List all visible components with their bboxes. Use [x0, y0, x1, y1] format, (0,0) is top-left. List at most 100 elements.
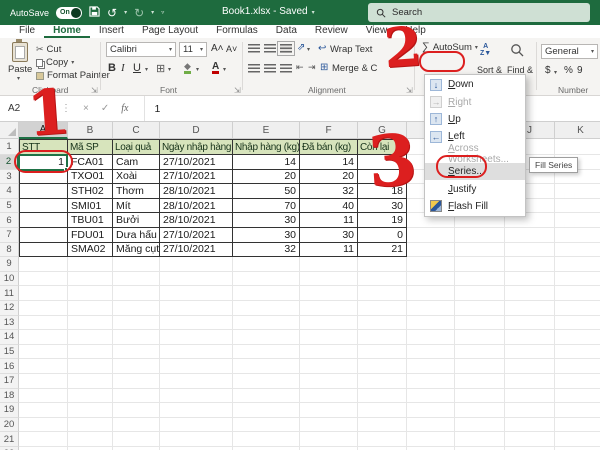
- cell-E5[interactable]: 70: [233, 199, 300, 214]
- cell-G6[interactable]: 19: [358, 213, 407, 228]
- autosave-toggle[interactable]: On: [56, 7, 82, 19]
- shrink-font-button[interactable]: A˅: [226, 44, 237, 54]
- tab-page-layout[interactable]: Page Layout: [133, 25, 207, 38]
- cell-I15[interactable]: [455, 345, 505, 360]
- cell-I20[interactable]: [455, 418, 505, 433]
- cell-D12[interactable]: [160, 301, 233, 316]
- cell-C1[interactable]: Loại quả: [113, 139, 160, 155]
- cell-B4[interactable]: STH02: [68, 184, 113, 199]
- align-center-button[interactable]: [264, 64, 276, 73]
- cell-D11[interactable]: [160, 286, 233, 301]
- row-header-14[interactable]: 14: [0, 330, 19, 345]
- cell-D17[interactable]: [160, 374, 233, 389]
- row-header-6[interactable]: 6: [0, 213, 19, 228]
- cell-B10[interactable]: [68, 272, 113, 287]
- cell-A20[interactable]: [19, 418, 68, 433]
- cell-F3[interactable]: 20: [300, 170, 358, 185]
- find-select-button[interactable]: [510, 43, 524, 60]
- menu-item-justify[interactable]: Justify: [425, 180, 525, 197]
- menu-item-flash-fill[interactable]: Flash Fill: [425, 198, 525, 215]
- cell-H8[interactable]: [407, 243, 455, 258]
- cell-I9[interactable]: [455, 257, 505, 272]
- cell-J18[interactable]: [505, 389, 555, 404]
- cell-E14[interactable]: [233, 330, 300, 345]
- cell-C6[interactable]: Bưởi: [113, 213, 160, 228]
- cell-G20[interactable]: [358, 418, 407, 433]
- cell-B12[interactable]: [68, 301, 113, 316]
- row-header-13[interactable]: 13: [0, 316, 19, 331]
- cell-F17[interactable]: [300, 374, 358, 389]
- cell-A10[interactable]: [19, 272, 68, 287]
- cell-G7[interactable]: 0: [358, 228, 407, 243]
- font-dialog-launcher-icon[interactable]: ⇲: [234, 86, 241, 95]
- cell-K8[interactable]: [555, 243, 600, 258]
- cell-D8[interactable]: 27/10/2021: [160, 243, 233, 258]
- cell-A12[interactable]: [19, 301, 68, 316]
- cell-C20[interactable]: [113, 418, 160, 433]
- cell-A21[interactable]: [19, 432, 68, 447]
- sort-filter-button[interactable]: AZ▼: [480, 43, 491, 58]
- cell-G19[interactable]: [358, 403, 407, 418]
- cell-D7[interactable]: 27/10/2021: [160, 228, 233, 243]
- cell-E21[interactable]: [233, 432, 300, 447]
- cell-B21[interactable]: [68, 432, 113, 447]
- cell-B8[interactable]: SMA02: [68, 243, 113, 258]
- row-header-19[interactable]: 19: [0, 403, 19, 418]
- cell-C3[interactable]: Xoài: [113, 170, 160, 185]
- orientation-button[interactable]: ⇗: [297, 42, 305, 53]
- cell-A7[interactable]: [19, 228, 68, 243]
- cell-C21[interactable]: [113, 432, 160, 447]
- cell-D20[interactable]: [160, 418, 233, 433]
- cell-K17[interactable]: [555, 374, 600, 389]
- decrease-indent-button[interactable]: ⇤: [296, 62, 304, 73]
- cell-H13[interactable]: [407, 316, 455, 331]
- cell-K13[interactable]: [555, 316, 600, 331]
- cell-F5[interactable]: 40: [300, 199, 358, 214]
- cell-E16[interactable]: [233, 359, 300, 374]
- cell-C10[interactable]: [113, 272, 160, 287]
- row-header-3[interactable]: 3: [0, 170, 19, 185]
- cell-B17[interactable]: [68, 374, 113, 389]
- cell-E1[interactable]: Nhập hàng (kg): [233, 139, 300, 155]
- cell-D14[interactable]: [160, 330, 233, 345]
- menu-item-down[interactable]: ↓Down: [425, 76, 525, 93]
- cell-D9[interactable]: [160, 257, 233, 272]
- cell-E20[interactable]: [233, 418, 300, 433]
- cell-I8[interactable]: [455, 243, 505, 258]
- copy-button[interactable]: Copy▾: [36, 57, 74, 68]
- cell-C8[interactable]: Măng cụt: [113, 243, 160, 258]
- cell-A8[interactable]: [19, 243, 68, 258]
- cell-D1[interactable]: Ngày nhập hàng: [160, 139, 233, 155]
- grow-font-button[interactable]: A˄: [211, 43, 224, 54]
- row-header-9[interactable]: 9: [0, 257, 19, 272]
- cell-A6[interactable]: [19, 213, 68, 228]
- cell-F21[interactable]: [300, 432, 358, 447]
- row-header-8[interactable]: 8: [0, 243, 19, 258]
- number-format-select[interactable]: General▾: [541, 44, 598, 59]
- cell-J20[interactable]: [505, 418, 555, 433]
- cell-H21[interactable]: [407, 432, 455, 447]
- cell-B16[interactable]: [68, 359, 113, 374]
- cell-A15[interactable]: [19, 345, 68, 360]
- cell-J11[interactable]: [505, 286, 555, 301]
- undo-caret-icon[interactable]: ▾: [124, 9, 127, 16]
- clipboard-dialog-launcher-icon[interactable]: ⇲: [91, 86, 98, 95]
- cell-A13[interactable]: [19, 316, 68, 331]
- cell-E12[interactable]: [233, 301, 300, 316]
- cell-A9[interactable]: [19, 257, 68, 272]
- top-align-button[interactable]: [248, 44, 260, 53]
- cell-B20[interactable]: [68, 418, 113, 433]
- save-icon[interactable]: [89, 6, 100, 19]
- cell-F7[interactable]: 30: [300, 228, 358, 243]
- cell-K15[interactable]: [555, 345, 600, 360]
- cell-H10[interactable]: [407, 272, 455, 287]
- tab-insert[interactable]: Insert: [90, 25, 133, 38]
- cell-H11[interactable]: [407, 286, 455, 301]
- cell-I17[interactable]: [455, 374, 505, 389]
- cell-B14[interactable]: [68, 330, 113, 345]
- menu-item-up[interactable]: ↑Up: [425, 111, 525, 128]
- cell-F4[interactable]: 32: [300, 184, 358, 199]
- fill-color-button[interactable]: ◆: [184, 62, 191, 74]
- undo-icon[interactable]: ↺: [107, 7, 117, 19]
- cell-E17[interactable]: [233, 374, 300, 389]
